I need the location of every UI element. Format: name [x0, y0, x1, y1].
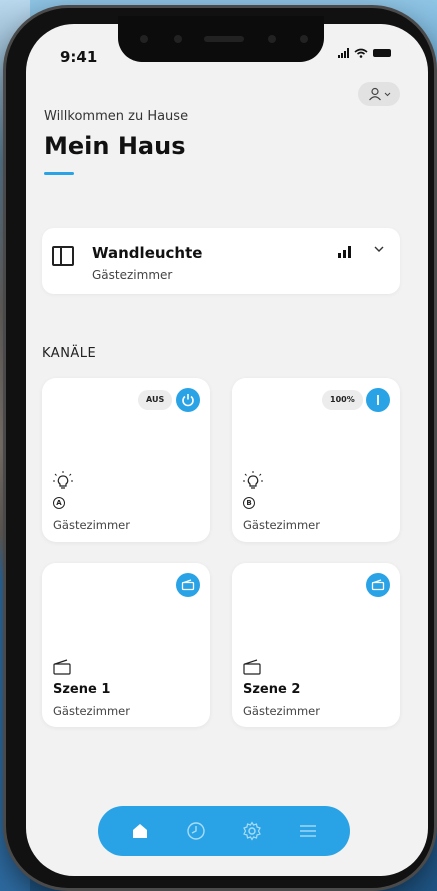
- section-label-channels: KANÄLE: [42, 346, 97, 361]
- scene-icon: [53, 659, 71, 675]
- title-underline: [44, 172, 74, 175]
- channel-room: Gästezimmer: [53, 518, 130, 532]
- menu-icon: [300, 825, 316, 837]
- channel-room: Gästezimmer: [243, 518, 320, 532]
- device-card[interactable]: Wandleuchte Gästezimmer: [42, 228, 400, 294]
- scene-name: Szene 2: [243, 682, 301, 697]
- light-bulb-icon: [243, 471, 263, 489]
- nav-schedule[interactable]: [183, 818, 209, 844]
- channel-letter-badge: A: [53, 497, 65, 509]
- dimmer-icon: [377, 395, 379, 405]
- chevron-down-icon: [384, 92, 390, 96]
- notch-sensor: [300, 35, 308, 43]
- power-button[interactable]: [176, 388, 200, 412]
- scene-room: Gästezimmer: [53, 704, 130, 718]
- power-icon: [182, 394, 194, 407]
- channel-tile-b[interactable]: 100% B Gästezimmer: [232, 378, 400, 542]
- notch-sensor: [174, 35, 182, 43]
- wifi-icon: [354, 48, 368, 58]
- scene-activate-button[interactable]: [366, 573, 390, 597]
- wall-light-icon: [52, 246, 74, 266]
- gear-icon: [243, 821, 261, 841]
- nav-menu[interactable]: [295, 818, 321, 844]
- status-time: 9:41: [60, 48, 98, 66]
- notch-speaker: [204, 36, 244, 42]
- device-name: Wandleuchte: [92, 244, 203, 262]
- scene-room: Gästezimmer: [243, 704, 320, 718]
- status-icons: [338, 48, 391, 58]
- scene-icon: [371, 579, 385, 591]
- notch-sensor: [140, 35, 148, 43]
- nav-settings[interactable]: [239, 818, 265, 844]
- notch-camera: [268, 35, 276, 43]
- device-room: Gästezimmer: [92, 268, 173, 282]
- scene-icon: [181, 579, 195, 591]
- scene-tile-1[interactable]: Szene 1 Gästezimmer: [42, 563, 210, 727]
- channel-state-badge: AUS: [138, 390, 173, 410]
- cellular-signal-icon: [338, 48, 349, 58]
- scene-activate-button[interactable]: [176, 573, 200, 597]
- chevron-down-icon[interactable]: [372, 242, 386, 256]
- account-button[interactable]: [358, 82, 400, 106]
- welcome-text: Willkommen zu Hause: [44, 109, 189, 124]
- scene-icon: [243, 659, 261, 675]
- channel-state-badge: 100%: [322, 390, 363, 410]
- nav-home[interactable]: [127, 818, 153, 844]
- dimmer-button[interactable]: [366, 388, 390, 412]
- bottom-navigation: [98, 806, 350, 856]
- page-title: Mein Haus: [44, 132, 186, 160]
- clock-icon: [187, 822, 205, 840]
- phone-notch: [118, 16, 324, 62]
- battery-icon: [373, 49, 391, 57]
- signal-strength-icon: [338, 246, 351, 258]
- light-bulb-icon: [53, 471, 73, 489]
- user-icon: [368, 87, 381, 101]
- channel-letter-badge: B: [243, 497, 255, 509]
- scene-tile-2[interactable]: Szene 2 Gästezimmer: [232, 563, 400, 727]
- home-icon: [133, 824, 147, 838]
- scene-name: Szene 1: [53, 682, 111, 697]
- channel-tile-a[interactable]: AUS A Gästezimmer: [42, 378, 210, 542]
